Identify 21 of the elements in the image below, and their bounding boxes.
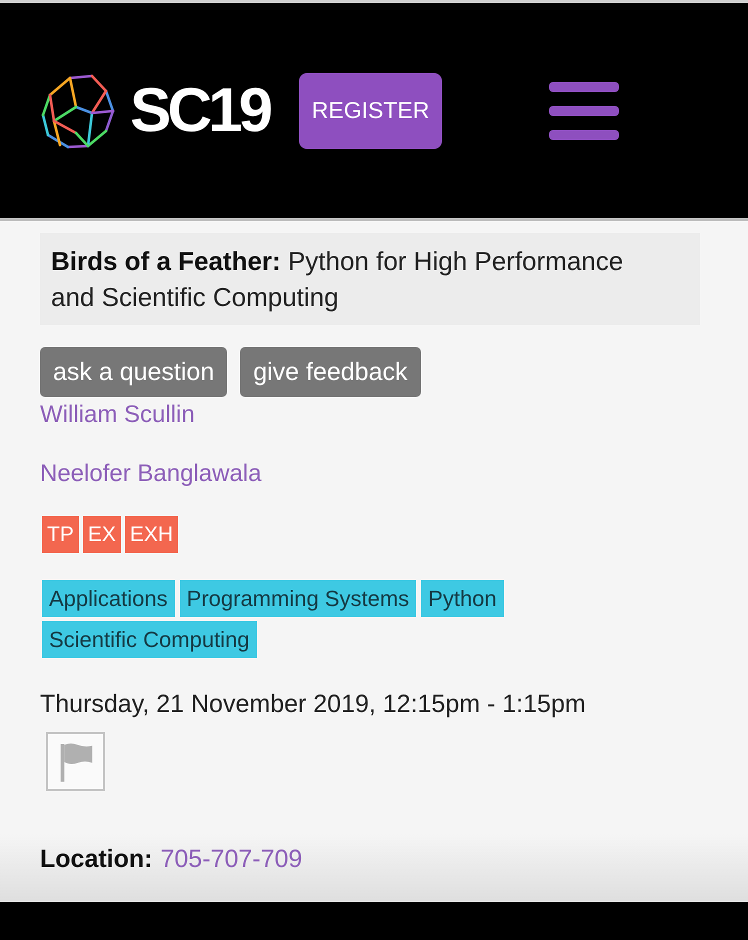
presenter-link[interactable]: William Scullin	[40, 400, 195, 430]
topic-tag[interactable]: Python	[421, 580, 504, 617]
registration-badge: EXH	[124, 516, 178, 553]
location-label: Location:	[40, 845, 152, 873]
session-time: Thursday, 21 November 2019, 12:15pm - 1:15pm	[40, 690, 586, 718]
registration-badge: EX	[82, 516, 121, 553]
polyhedron-logo-icon[interactable]	[40, 72, 116, 148]
presenter-link[interactable]: Neelofer Banglawala	[40, 459, 262, 489]
flag-icon	[58, 742, 94, 782]
menu-icon[interactable]	[549, 82, 620, 140]
topic-tag[interactable]: Programming Systems	[180, 580, 416, 617]
flag-button[interactable]	[46, 732, 105, 791]
session-title: Birds of a Feather: Python for High Performance and Scientific Computing	[40, 233, 700, 325]
ask-question-button[interactable]: ask a question	[40, 347, 228, 397]
location-link[interactable]: 705-707-709	[160, 845, 302, 873]
logo-text[interactable]: SC19	[130, 80, 274, 142]
topic-tag[interactable]: Applications	[42, 580, 175, 617]
registration-badge: TP	[42, 516, 79, 553]
register-button[interactable]: REGISTER	[299, 72, 442, 148]
topic-tag[interactable]: Scientific Computing	[42, 621, 257, 658]
feedback-button[interactable]: give feedback	[240, 347, 420, 397]
